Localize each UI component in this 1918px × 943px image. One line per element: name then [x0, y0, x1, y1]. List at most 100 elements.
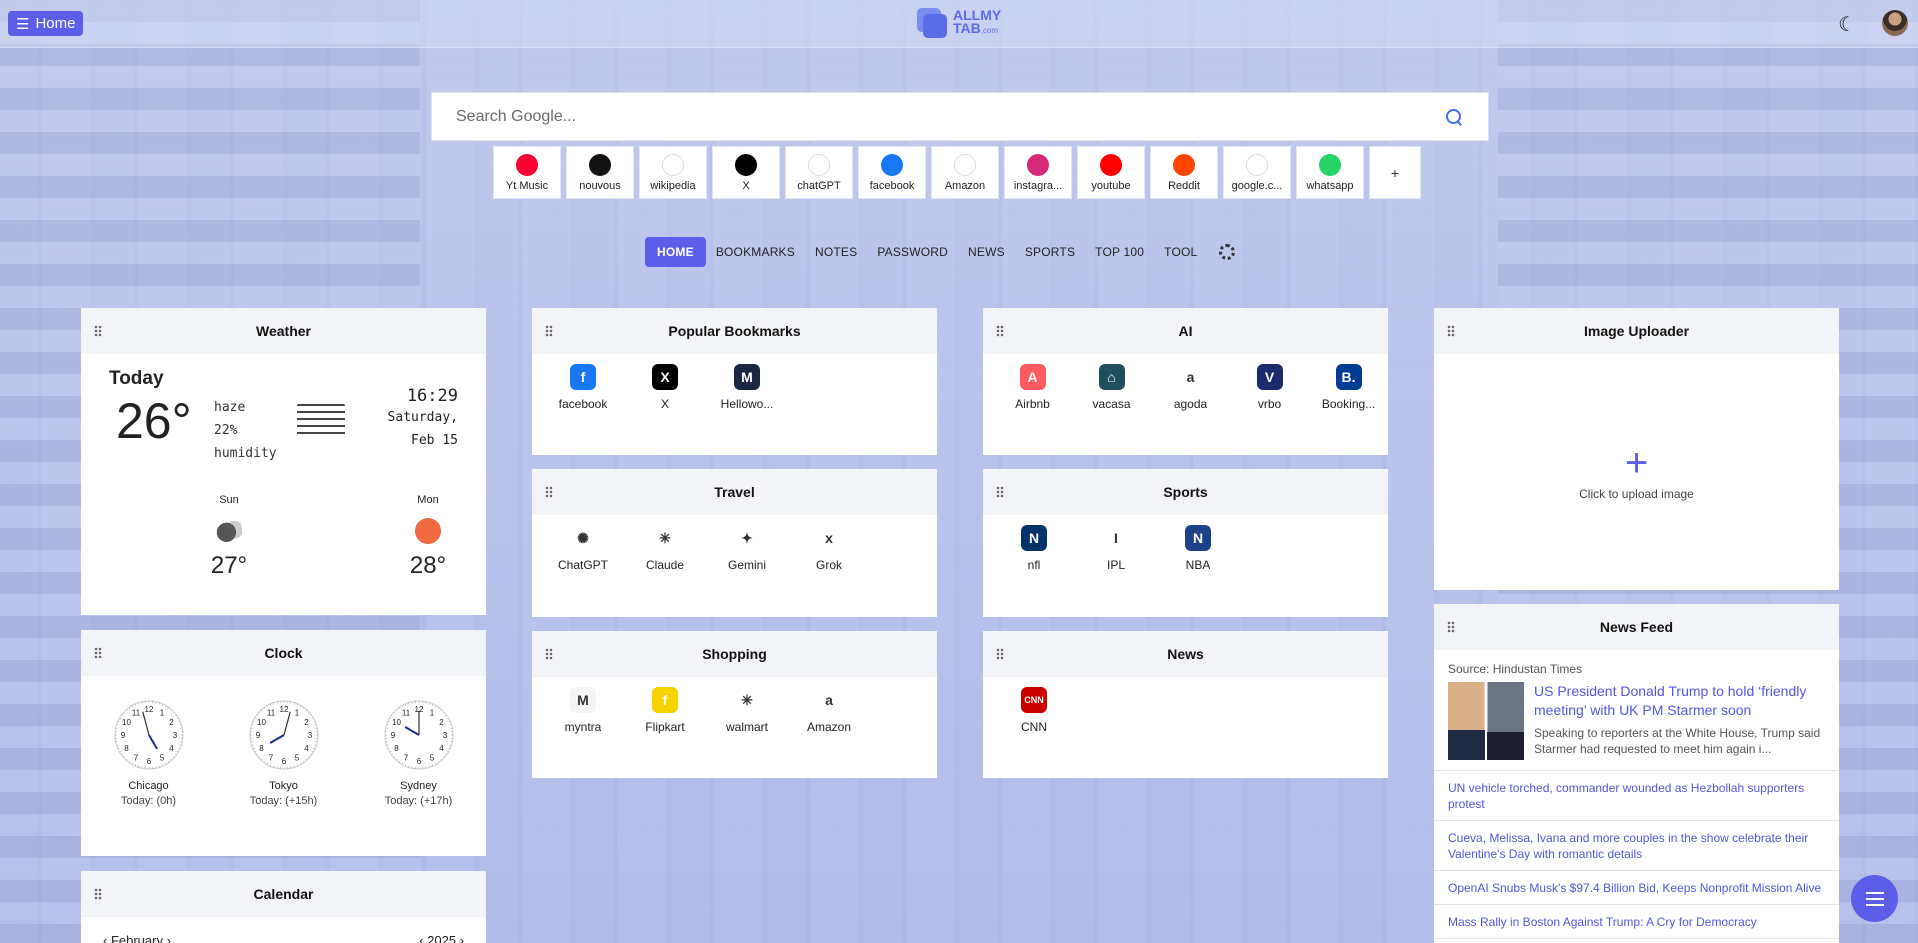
calendar-card-header: Calendar [81, 871, 486, 917]
tab-password[interactable]: PASSWORD [867, 238, 958, 266]
svg-text:8: 8 [259, 744, 264, 753]
news-links: UN vehicle torched, commander wounded as… [1434, 771, 1839, 939]
drag-handle-icon[interactable] [996, 325, 1004, 337]
shortcut-yt-music[interactable]: Yt Music [493, 146, 561, 199]
current-time: 16:29 Saturday, Feb 15 [387, 386, 458, 448]
calendar-nav: ‹ February › ‹ 2025 › [81, 917, 486, 943]
menu-icon [1865, 891, 1884, 906]
home-menu-button[interactable]: ☰ Home [8, 11, 84, 36]
yt-music-icon [516, 153, 538, 176]
month-select[interactable]: ‹ February › [103, 933, 171, 943]
drag-handle-icon[interactable] [996, 486, 1004, 498]
svg-text:9: 9 [390, 731, 395, 740]
bookmark-flipkart[interactable]: f Flipkart [624, 687, 706, 734]
vrbo-icon: V [1256, 364, 1283, 390]
news-link[interactable]: OpenAI Snubs Musk's $97.4 Billion Bid, K… [1434, 871, 1839, 905]
clock-offset: Today: (+17h) [384, 795, 453, 807]
svg-text:7: 7 [403, 754, 408, 763]
news-top-story[interactable]: US President Donald Trump to hold ‘frien… [1434, 682, 1839, 771]
ai-card: AI A Airbnb ⌂ vacasa a agoda Vvrbo B. Booking... [983, 308, 1388, 455]
shortcut-label: facebook [869, 179, 915, 192]
bookmark-airbnb[interactable]: A Airbnb [993, 364, 1072, 411]
tab-news[interactable]: NEWS [958, 238, 1015, 266]
clock-tokyo: 1 2 3 4 5 6 7 8 9 10 11 12 Tokyo Today: (+15h) [229, 699, 339, 807]
shortcut-wikipedia[interactable]: wikipedia [639, 146, 707, 199]
bookmark-walmart[interactable]: ✳ walmart [706, 687, 788, 734]
bookmark-grok[interactable]: x Grok [788, 525, 870, 572]
bookmark-agoda[interactable]: a agoda [1151, 364, 1230, 411]
agoda-icon: a [1177, 364, 1204, 390]
news-top-title[interactable]: US President Donald Trump to hold ‘frien… [1534, 682, 1825, 720]
drag-handle-icon[interactable] [996, 648, 1004, 660]
svg-text:11: 11 [266, 708, 275, 717]
shortcut-label: wikipedia [650, 179, 696, 192]
add-shortcut-button[interactable]: + [1369, 146, 1421, 199]
bookmark-chatgpt[interactable]: ✺ ChatGPT [542, 525, 624, 572]
tab-notes[interactable]: NOTES [805, 238, 867, 266]
bookmark-nba[interactable]: N NBA [1157, 525, 1239, 572]
svg-text:10: 10 [392, 718, 401, 727]
bookmark-amazon[interactable]: a Amazon [788, 687, 870, 734]
svg-text:10: 10 [122, 718, 131, 727]
card-title: Sports [1163, 484, 1208, 500]
drag-handle-icon[interactable] [1447, 621, 1455, 633]
bookmark-myntra[interactable]: Mmyntra [542, 687, 624, 734]
bookmark-hellowo[interactable]: M Hellowo... [706, 364, 788, 411]
drag-handle-icon[interactable] [545, 325, 553, 337]
shortcut-youtube[interactable]: youtube [1077, 146, 1145, 199]
shortcut-whatsapp[interactable]: whatsapp [1296, 146, 1364, 199]
svg-text:4: 4 [169, 744, 174, 753]
shortcut-instagram[interactable]: instagra... [1004, 146, 1072, 199]
user-avatar[interactable] [1882, 10, 1908, 36]
news-link[interactable]: Mass Rally in Boston Against Trump: A Cr… [1434, 905, 1839, 939]
shortcut-x[interactable]: X [712, 146, 780, 199]
bookmark-booking[interactable]: B. Booking... [1309, 364, 1388, 411]
tab-tool[interactable]: TOOL [1154, 238, 1207, 266]
logo[interactable]: ALLMY TAB.com [915, 6, 1001, 40]
bookmark-vrbo[interactable]: Vvrbo [1230, 364, 1309, 411]
shortcut-facebook[interactable]: facebook [858, 146, 926, 199]
news-link[interactable]: UN vehicle torched, commander wounded as… [1434, 771, 1839, 821]
search-input[interactable] [456, 107, 1444, 126]
drag-handle-icon[interactable] [94, 888, 102, 900]
bookmark-cnn[interactable]: CNN CNN [993, 687, 1075, 734]
year-select[interactable]: ‹ 2025 › [419, 933, 464, 943]
bookmark-facebook[interactable]: f facebook [542, 364, 624, 411]
shortcut-google[interactable]: google.c... [1223, 146, 1291, 199]
drag-handle-icon[interactable] [545, 648, 553, 660]
clock-sydney: 1 2 3 4 5 6 7 8 9 10 11 12 Sydney Today: (+17h) [364, 699, 474, 807]
bookmark-claude[interactable]: ✳ Claude [624, 525, 706, 572]
bookmark-vacasa[interactable]: ⌂ vacasa [1072, 364, 1151, 411]
drag-handle-icon[interactable] [94, 647, 102, 659]
news-thumbnail [1448, 682, 1524, 760]
shortcut-chatgpt[interactable]: chatGPT [785, 146, 853, 199]
bookmark-ipl[interactable]: I IPL [1075, 525, 1157, 572]
upload-hint: Click to upload image [1579, 487, 1694, 501]
card-title: Image Uploader [1583, 323, 1690, 339]
shortcut-reddit[interactable]: Reddit [1150, 146, 1218, 199]
upload-dropzone[interactable]: + Click to upload image [1434, 354, 1839, 590]
youtube-icon [1100, 153, 1122, 176]
bookmark-x[interactable]: XX [624, 364, 706, 411]
travel-header: Travel [532, 469, 937, 515]
floating-menu-button[interactable] [1851, 875, 1898, 922]
drag-handle-icon[interactable] [545, 486, 553, 498]
dark-mode-moon-icon[interactable]: ☾ [1838, 12, 1856, 37]
settings-gear-icon[interactable] [1219, 244, 1236, 260]
shortcut-nouvous[interactable]: nouvous [566, 146, 634, 199]
drag-handle-icon[interactable] [1447, 325, 1455, 337]
bookmark-gemini[interactable]: ✦ Gemini [706, 525, 788, 572]
plus-icon: + [1624, 441, 1649, 485]
gemini-icon: ✦ [734, 525, 760, 551]
news-link[interactable]: Cueva, Melissa, Ivana and more couples i… [1434, 821, 1839, 871]
tab-top-100[interactable]: TOP 100 [1085, 238, 1154, 266]
shortcut-amazon[interactable]: Amazon [931, 146, 999, 199]
search-icon[interactable] [1444, 107, 1464, 127]
tab-bookmarks[interactable]: BOOKMARKS [706, 238, 805, 266]
svg-text:4: 4 [439, 744, 444, 753]
tab-home[interactable]: HOME [645, 237, 706, 267]
drag-handle-icon[interactable] [94, 325, 102, 337]
svg-text:7: 7 [268, 754, 273, 763]
tab-sports[interactable]: SPORTS [1015, 238, 1085, 266]
bookmark-nfl[interactable]: Nnfl [993, 525, 1075, 572]
